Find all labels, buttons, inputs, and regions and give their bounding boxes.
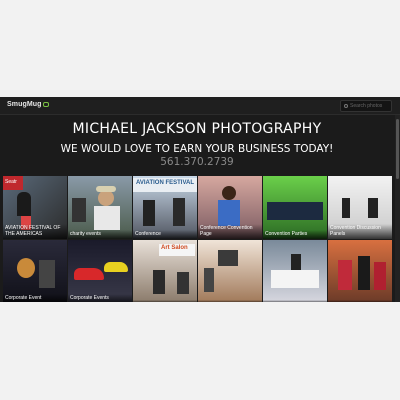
person-silhouette <box>291 254 301 270</box>
gallery-thumbnail: Art Salon <box>133 240 197 302</box>
gallery-tile-conference[interactable]: AVIATION FESTIVAL Conference <box>133 176 197 239</box>
page-title: MICHAEL JACKSON PHOTOGRAPHY <box>72 121 322 137</box>
gallery-thumbnail <box>198 240 262 302</box>
person-silhouette <box>72 198 86 222</box>
gallery-tile-corporate-event[interactable]: Corporate Event <box>3 240 67 302</box>
gallery-caption: Corporate Events <box>68 294 132 302</box>
crowd-silhouette <box>267 202 323 220</box>
car-shape <box>74 268 104 280</box>
gallery-caption <box>263 300 327 302</box>
gallery-tile-convention-parties[interactable]: Convention Parties <box>263 176 327 239</box>
person-silhouette <box>39 260 55 288</box>
gallery-caption <box>133 300 197 302</box>
gallery-thumbnail <box>263 240 327 302</box>
gallery-thumbnail <box>328 240 392 302</box>
gallery-tile-corporate-events[interactable]: Corporate Events <box>68 240 132 302</box>
scrollbar-thumb[interactable] <box>396 119 399 179</box>
gallery-caption: Convention Discussion Panels <box>328 224 392 239</box>
person-silhouette <box>143 200 155 226</box>
gallery-tile-aviation-festival[interactable]: Seatr AVIATION FESTIVAL OF THE AMERICAS <box>3 176 67 239</box>
gallery-caption: Conference <box>133 230 197 239</box>
mascot-shape <box>17 258 35 278</box>
person-silhouette <box>177 272 189 294</box>
gallery-tile[interactable] <box>198 240 262 302</box>
screen-shape <box>218 250 238 266</box>
person-silhouette <box>342 198 350 218</box>
person-silhouette <box>98 190 114 206</box>
gallery-caption: Convention Parties <box>263 230 327 239</box>
person-silhouette <box>94 206 120 230</box>
search-icon <box>344 103 348 108</box>
smugmug-logo-icon <box>42 101 49 107</box>
person-silhouette <box>204 268 214 292</box>
car-shape <box>104 262 128 272</box>
person-silhouette <box>368 198 378 218</box>
person-silhouette <box>173 198 185 226</box>
gallery-caption <box>328 300 392 302</box>
person-silhouette <box>374 262 386 290</box>
sign-text: Seatr <box>5 179 17 185</box>
banner-text: AVIATION FESTIVAL <box>136 180 194 186</box>
page-scrollbar[interactable] <box>395 115 400 302</box>
gallery-caption: Corporate Event <box>3 294 67 302</box>
gallery-caption: charity events <box>68 230 132 239</box>
person-silhouette <box>17 192 31 216</box>
person-silhouette <box>218 200 240 226</box>
table-shape <box>271 270 319 288</box>
person-silhouette <box>358 256 370 290</box>
gallery-tile-charity-events[interactable]: charity events <box>68 176 132 239</box>
gallery-caption: Conference Convention Page <box>198 224 262 239</box>
gallery-thumbnail <box>3 240 67 302</box>
page-subtitle: WE WOULD LOVE TO EARN YOUR BUSINESS TODA… <box>60 143 334 155</box>
gallery-tile-convention-discussion-panels[interactable]: Convention Discussion Panels <box>328 176 392 239</box>
hat-shape <box>96 186 116 192</box>
browser-frame: SmugMug Search photos MICHAEL JACKSON PH… <box>0 97 400 302</box>
gallery-caption: AVIATION FESTIVAL OF THE AMERICAS <box>3 224 67 239</box>
gallery-tile[interactable] <box>263 240 327 302</box>
top-bar: SmugMug Search photos <box>0 97 400 115</box>
person-silhouette <box>338 260 352 290</box>
search-input[interactable]: Search photos <box>340 100 392 112</box>
logo-text: SmugMug <box>7 101 42 108</box>
gallery-thumbnail <box>68 240 132 302</box>
person-silhouette <box>222 186 236 200</box>
gallery-tile-art-salon[interactable]: Art Salon <box>133 240 197 302</box>
search-placeholder: Search photos <box>350 103 383 109</box>
gallery-tile-conference-convention-page[interactable]: Conference Convention Page <box>198 176 262 239</box>
person-silhouette <box>153 270 165 294</box>
banner-text: Art Salon <box>161 245 188 251</box>
gallery-caption <box>198 300 262 302</box>
gallery-tile[interactable] <box>328 240 392 302</box>
smugmug-logo[interactable]: SmugMug <box>7 101 49 108</box>
phone-number: 561.370.2739 <box>160 156 234 168</box>
